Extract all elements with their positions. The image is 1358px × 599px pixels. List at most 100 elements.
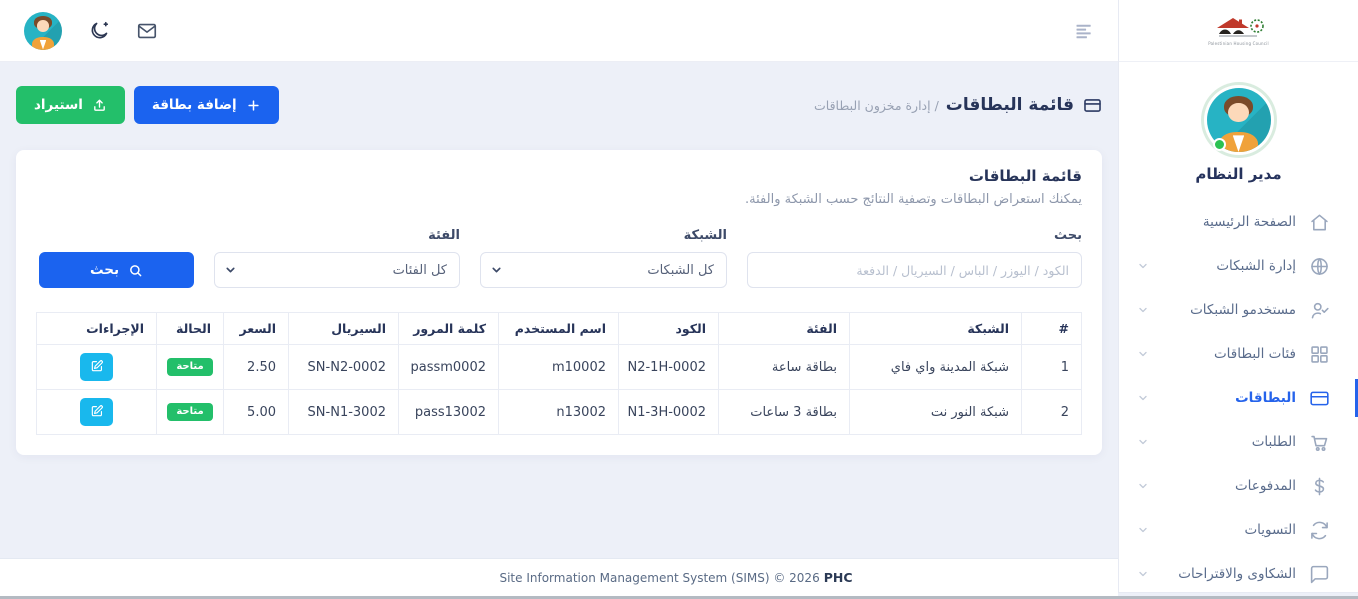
cell-actions — [37, 345, 157, 390]
cell-actions — [37, 390, 157, 435]
category-select[interactable]: كل الفئات — [214, 252, 460, 288]
cell-serial: SN-N2-0002 — [289, 345, 399, 390]
footer-text: Site Information Management System (SIMS… — [499, 571, 819, 585]
dollar-icon — [1309, 476, 1330, 497]
sidebar-item-5[interactable]: الطلبات — [1119, 420, 1358, 464]
page-content: قائمة البطاقات / إدارة مخزون البطاقات إض… — [0, 62, 1118, 558]
cell-username: n13002 — [499, 390, 619, 435]
globe-icon — [1309, 256, 1330, 277]
search-icon — [128, 263, 143, 278]
sidebar-nav: الصفحة الرئيسية إدارة الشبكات مستخدمو الشب… — [1119, 200, 1358, 596]
cell-status: متاحة — [157, 390, 224, 435]
chevron-down-icon — [490, 264, 503, 277]
footer: Site Information Management System (SIMS… — [0, 558, 1118, 596]
sidebar-profile: مدير النظام — [1119, 62, 1358, 183]
import-button[interactable]: استيراد — [16, 86, 125, 124]
filters-row: بحث الشبكة كل الشبكات الفئة كل الفئ — [36, 228, 1082, 288]
column-header: # — [1022, 313, 1082, 345]
column-header: الفئة — [719, 313, 850, 345]
chevron-down-icon — [1137, 568, 1149, 580]
chevron-down-icon — [1137, 436, 1149, 448]
sidebar-item-7[interactable]: التسويات — [1119, 508, 1358, 552]
message-icon — [1309, 564, 1330, 585]
cell-code: N1-3H-0002 — [619, 390, 719, 435]
chevron-down-icon — [1137, 524, 1149, 536]
credit-card-icon — [1309, 388, 1330, 409]
table-header-row: #الشبكةالفئةالكوداسم المستخدمكلمة المرور… — [37, 313, 1082, 345]
cell-password: pass13002 — [399, 390, 499, 435]
cell-network: شبكة المدينة واي فاي — [850, 345, 1022, 390]
sidebar-item-label: التسويات — [1244, 522, 1296, 538]
chevron-down-icon — [1137, 480, 1149, 492]
column-header: السيريال — [289, 313, 399, 345]
chevron-down-icon — [1137, 260, 1149, 272]
sidebar-item-1[interactable]: إدارة الشبكات — [1119, 244, 1358, 288]
upload-icon — [92, 98, 107, 113]
sidebar-item-2[interactable]: مستخدمو الشبكات — [1119, 288, 1358, 332]
menu-toggle-icon[interactable] — [1074, 21, 1094, 41]
logo-caption: Palestinian Housing Council — [1208, 42, 1269, 46]
column-header: الكود — [619, 313, 719, 345]
mail-icon[interactable] — [136, 20, 158, 42]
dark-mode-moon-icon[interactable] — [88, 20, 110, 42]
sidebar-item-0[interactable]: الصفحة الرئيسية — [1119, 200, 1358, 244]
table-row: 1شبكة المدينة واي فايبطاقة ساعةN2-1H-000… — [37, 345, 1082, 390]
sidebar-item-label: الطلبات — [1252, 434, 1296, 450]
user-check-icon — [1309, 300, 1330, 321]
cell-code: N2-1H-0002 — [619, 345, 719, 390]
cell-username: m10002 — [499, 345, 619, 390]
chevron-down-icon — [224, 264, 237, 277]
cell-status: متاحة — [157, 345, 224, 390]
edit-button[interactable] — [80, 353, 113, 381]
column-header: الشبكة — [850, 313, 1022, 345]
sidebar-item-label: إدارة الشبكات — [1216, 258, 1296, 274]
cell-category: بطاقة 3 ساعات — [719, 390, 850, 435]
refresh-icon — [1309, 520, 1330, 541]
status-badge: متاحة — [167, 358, 212, 376]
panel-subtitle: يمكنك استعراض البطاقات وتصفية النتائج حس… — [36, 192, 1082, 207]
cell-network: شبكة النور نت — [850, 390, 1022, 435]
phc-logo: Palestinian Housing Council — [1208, 15, 1269, 46]
cart-icon — [1309, 432, 1330, 453]
edit-icon — [90, 359, 104, 376]
user-role-name: مدير النظام — [1195, 165, 1281, 183]
sidebar-item-label: الصفحة الرئيسية — [1203, 214, 1296, 230]
sidebar-item-8[interactable]: الشكاوى والاقتراحات — [1119, 552, 1358, 596]
search-input[interactable] — [747, 252, 1082, 288]
search-label: بحث — [747, 228, 1082, 243]
sidebar: Palestinian Housing Council مدير النظام … — [1118, 0, 1358, 593]
add-card-button[interactable]: إضافة بطاقة — [134, 86, 279, 124]
sidebar-item-label: البطاقات — [1235, 390, 1296, 406]
cell-price: 5.00 — [224, 390, 289, 435]
footer-brand: PHC — [824, 570, 853, 585]
edit-button[interactable] — [80, 398, 113, 426]
sidebar-item-label: الشكاوى والاقتراحات — [1178, 566, 1296, 582]
search-button[interactable]: بحث — [39, 252, 194, 288]
sidebar-item-6[interactable]: المدفوعات — [1119, 464, 1358, 508]
chevron-down-icon — [1137, 304, 1149, 316]
category-label: الفئة — [214, 228, 460, 243]
network-select[interactable]: كل الشبكات — [480, 252, 727, 288]
cell-category: بطاقة ساعة — [719, 345, 850, 390]
panel-title: قائمة البطاقات — [36, 167, 1082, 185]
column-header: كلمة المرور — [399, 313, 499, 345]
sidebar-item-label: فئات البطاقات — [1214, 346, 1296, 362]
phc-logo-icon — [1209, 15, 1269, 41]
grid-icon — [1309, 344, 1330, 365]
breadcrumb-path: / إدارة مخزون البطاقات — [814, 98, 939, 113]
cards-table: #الشبكةالفئةالكوداسم المستخدمكلمة المرور… — [36, 312, 1082, 435]
status-badge: متاحة — [167, 403, 212, 421]
user-avatar[interactable] — [24, 12, 62, 50]
home-icon — [1309, 212, 1330, 233]
sidebar-item-label: مستخدمو الشبكات — [1190, 302, 1296, 318]
cell-password: passm0002 — [399, 345, 499, 390]
cards-panel: قائمة البطاقات يمكنك استعراض البطاقات وت… — [16, 150, 1102, 455]
cell-price: 2.50 — [224, 345, 289, 390]
cell-num: 1 — [1022, 345, 1082, 390]
credit-card-icon — [1083, 96, 1102, 115]
sidebar-item-4[interactable]: البطاقات — [1119, 376, 1358, 420]
avatar-illustration — [24, 12, 62, 50]
column-header: الحالة — [157, 313, 224, 345]
admin-avatar[interactable] — [1207, 88, 1271, 152]
sidebar-item-3[interactable]: فئات البطاقات — [1119, 332, 1358, 376]
